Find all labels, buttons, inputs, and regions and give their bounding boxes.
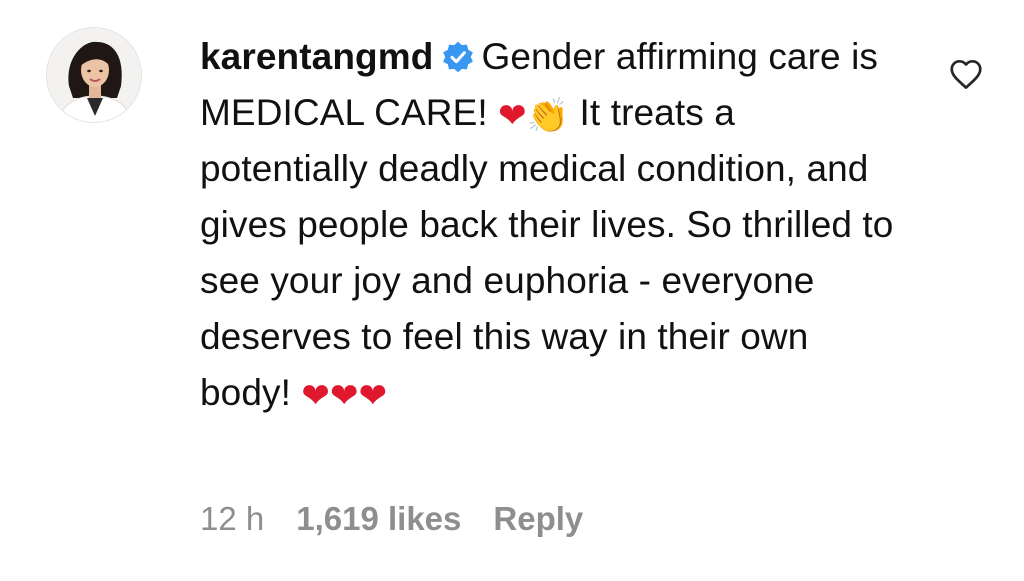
likes-count-link[interactable]: 1,619 likes	[296, 500, 461, 537]
verified-badge-icon	[441, 34, 475, 73]
reply-button[interactable]: Reply	[493, 500, 583, 537]
comment-timestamp: 12 h	[200, 500, 265, 537]
comment-text: karentangmd Gender affirming care is MEDI…	[200, 29, 900, 421]
comment-body: karentangmd Gender affirming care is MEDI…	[200, 29, 900, 421]
clapping-hands-emoji: 👏	[526, 96, 570, 136]
avatar-image	[47, 28, 141, 122]
hearts-emoji: ❤❤❤	[301, 376, 388, 416]
heart-outline-icon[interactable]	[947, 55, 985, 93]
comment-text-part2: It treats a potentially deadly medical c…	[200, 92, 894, 413]
heart-emoji: ❤	[498, 96, 527, 136]
username-link[interactable]: karentangmd	[200, 36, 433, 77]
comment: karentangmd Gender affirming care is MEDI…	[0, 0, 1024, 581]
avatar[interactable]	[46, 27, 142, 123]
comment-meta: 12 h 1,619 likes Reply	[200, 497, 615, 541]
